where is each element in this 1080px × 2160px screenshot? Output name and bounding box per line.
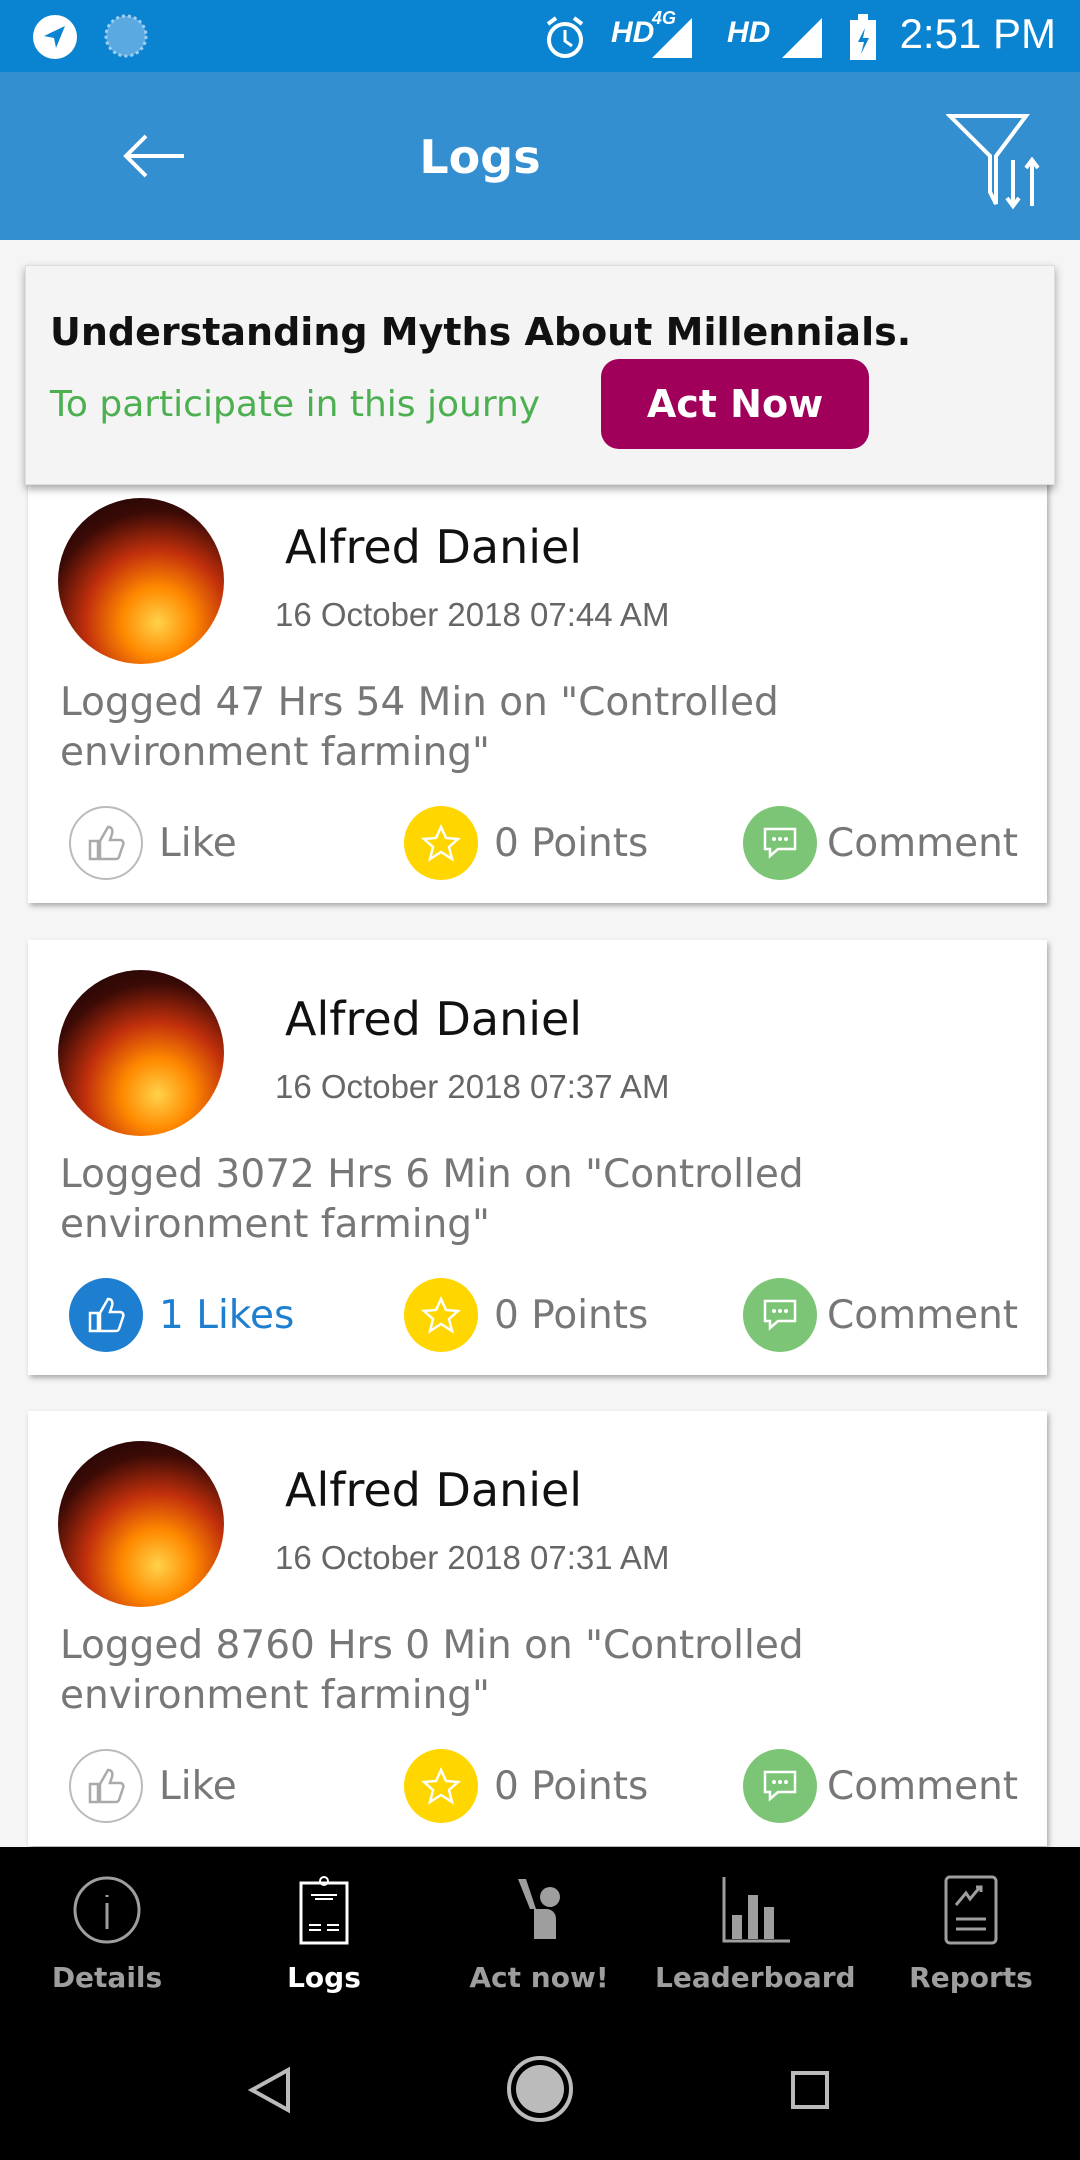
user-name: Alfred Daniel [285, 520, 583, 574]
home-icon[interactable] [506, 2055, 574, 2123]
nav-label: Act now! [469, 1961, 609, 1994]
network-label-2: HD [727, 16, 771, 49]
nav-logs[interactable]: Logs [224, 1875, 424, 1994]
log-text: Logged 3072 Hrs 6 Min on "Controlled env… [60, 1152, 804, 1247]
like-label: Like [159, 1763, 237, 1809]
log-card: Alfred Daniel 16 October 2018 07:44 AM L… [28, 468, 1047, 903]
log-date: 16 October 2018 07:37 AM [275, 1068, 670, 1105]
recents-icon[interactable] [790, 2070, 830, 2110]
clock: 2:51 PM [899, 10, 1056, 57]
back-icon[interactable] [248, 2066, 292, 2114]
battery-charging-icon [850, 14, 876, 60]
page-title: Logs [419, 130, 541, 184]
filter-sort-icon[interactable] [946, 112, 1046, 212]
banner-subtitle: To participate in this journy [50, 384, 541, 425]
points-label: 0 Points [494, 1763, 649, 1809]
raised-hand-icon [518, 1879, 560, 1939]
star-icon [404, 1278, 478, 1352]
points-button[interactable]: 0 Points [404, 806, 648, 880]
clipboard-icon [299, 1876, 349, 1945]
points-button[interactable]: 0 Points [404, 1278, 648, 1352]
comment-label: Comment [827, 820, 1019, 866]
log-text: Logged 8760 Hrs 0 Min on "Controlled env… [60, 1623, 804, 1718]
points-label: 0 Points [494, 820, 649, 866]
log-date: 16 October 2018 07:31 AM [275, 1539, 670, 1576]
nav-label: Details [51, 1961, 163, 1994]
comment-label: Comment [827, 1763, 1019, 1809]
points-button[interactable]: 0 Points [404, 1749, 648, 1823]
banner-title: Understanding Myths About Millennials. [50, 310, 912, 354]
nav-details[interactable]: Details [7, 1875, 207, 1994]
comment-label: Comment [827, 1292, 1019, 1338]
alarm-icon [546, 16, 584, 58]
avatar[interactable] [58, 970, 224, 1136]
system-nav-bar [0, 2040, 1080, 2160]
user-name: Alfred Daniel [285, 992, 583, 1046]
star-icon [404, 1749, 478, 1823]
like-button[interactable]: Like [69, 806, 237, 880]
like-label: Like [159, 820, 237, 866]
comment-icon [743, 1278, 817, 1352]
act-now-button[interactable]: Act Now [601, 359, 869, 449]
comment-button[interactable]: Comment [743, 806, 1018, 880]
nav-act-now[interactable]: Act now! [439, 1875, 639, 1994]
log-card: Alfred Daniel 16 October 2018 07:31 AM L… [28, 1411, 1047, 1846]
avatar[interactable] [58, 498, 224, 664]
star-icon [404, 806, 478, 880]
like-button[interactable]: Like [69, 1749, 237, 1823]
log-date: 16 October 2018 07:44 AM [275, 596, 670, 633]
status-bar: HD 4G HD 2:51 PM [0, 0, 1080, 72]
nav-reports[interactable]: Reports [871, 1875, 1071, 1994]
user-name: Alfred Daniel [285, 1463, 583, 1517]
nav-label: Reports [909, 1961, 1033, 1994]
comment-icon [743, 806, 817, 880]
app-bar: Logs [0, 72, 1080, 240]
telegram-icon [33, 15, 77, 59]
log-card: Alfred Daniel 16 October 2018 07:37 AM L… [28, 940, 1047, 1375]
loading-icon [104, 14, 148, 58]
nav-leaderboard[interactable]: Leaderboard [655, 1875, 856, 1994]
thumbs-up-icon [69, 1749, 143, 1823]
like-button[interactable]: 1 Likes [69, 1278, 294, 1352]
log-text: Logged 47 Hrs 54 Min on "Controlled envi… [60, 680, 779, 775]
signal-icon [782, 18, 822, 58]
avatar[interactable] [58, 1441, 224, 1607]
nav-label: Leaderboard [655, 1961, 856, 1994]
points-label: 0 Points [494, 1292, 649, 1338]
comment-icon [743, 1749, 817, 1823]
comment-button[interactable]: Comment [743, 1278, 1018, 1352]
signal-icon [652, 18, 692, 58]
info-icon [73, 1876, 141, 1944]
bottom-nav: Details Logs Act now! Leaderboard Report… [0, 1847, 1080, 2040]
thumbs-up-icon [69, 1278, 143, 1352]
comment-button[interactable]: Comment [743, 1749, 1018, 1823]
like-label: 1 Likes [159, 1292, 295, 1338]
network-label-1: HD [611, 16, 655, 49]
journey-banner: Understanding Myths About Millennials. T… [25, 265, 1055, 485]
nav-label: Logs [287, 1961, 361, 1994]
bar-chart-icon [722, 1877, 790, 1943]
thumbs-up-icon [69, 806, 143, 880]
report-icon [944, 1875, 998, 1945]
